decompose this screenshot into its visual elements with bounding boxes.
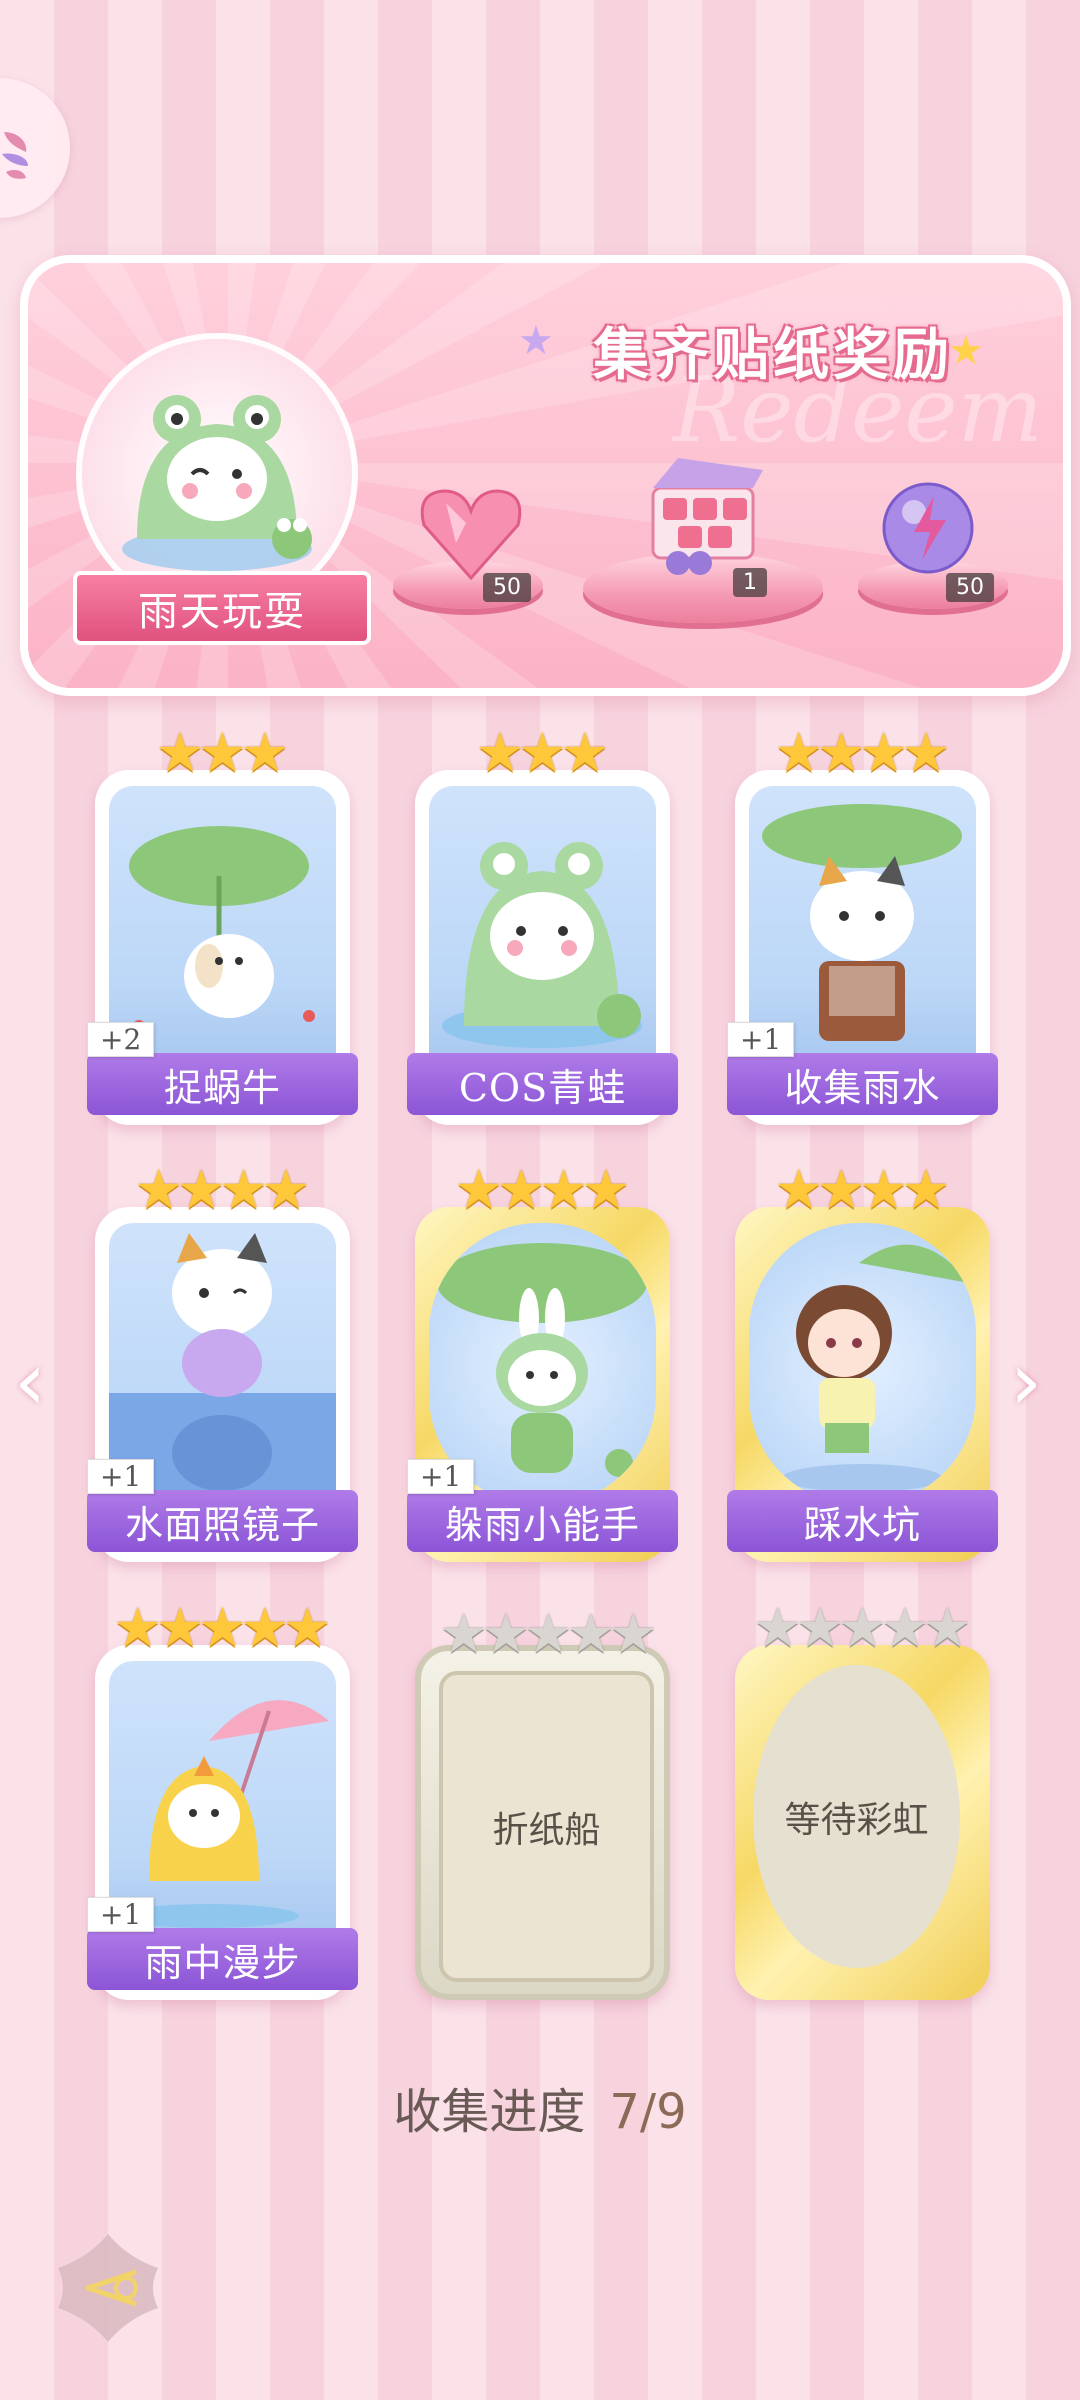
back-icon (58, 2234, 158, 2342)
star-icon: ★ (609, 1602, 658, 1665)
star-icon: ★ (817, 1158, 866, 1221)
star-icon: ★ (518, 318, 554, 364)
sticker-card[interactable]: ★★★ COS青蛙 (407, 726, 678, 1125)
locked-sticker-name: 等待彩虹 (753, 1665, 960, 1968)
star-icon: ★ (901, 721, 951, 784)
sticker-label: 收集雨水 (727, 1053, 998, 1115)
collection-progress: 收集进度 7/9 (0, 2072, 1080, 2142)
star-icon: ★ (923, 1596, 972, 1659)
chevron-right-icon[interactable]: › (1010, 1335, 1042, 1428)
star-rating: ★★★★★ (95, 1601, 350, 1655)
reward-count: 1 (733, 568, 767, 597)
star-icon: ★ (817, 721, 866, 784)
star-icon: ★ (454, 1158, 504, 1221)
star-icon: ★ (240, 1596, 290, 1659)
star-icon: ★ (901, 1158, 951, 1221)
star-icon: ★ (838, 1596, 887, 1659)
sticker-card[interactable]: ★★★★★ 雨中漫步 +1 (87, 1601, 358, 2000)
star-rating: ★★★★ (95, 1163, 350, 1217)
star-icon: ★ (880, 1596, 930, 1659)
chevron-left-icon[interactable]: ‹ (14, 1335, 46, 1428)
star-rating: ★★★★★ (735, 1601, 990, 1655)
star-icon: ★ (497, 1158, 546, 1221)
heart-gem-icon[interactable] (416, 483, 526, 587)
back-button[interactable] (48, 2228, 168, 2348)
sticker-label: 雨中漫步 (87, 1928, 358, 1990)
star-icon: ★ (439, 1602, 488, 1665)
star-icon: ★ (524, 1602, 573, 1665)
star-icon: ★ (481, 1602, 531, 1665)
star-icon: ★ (219, 1158, 268, 1221)
reward-count: 50 (483, 573, 531, 602)
sticker-card[interactable]: ★★★★ 收集雨水 +1 (727, 726, 998, 1125)
sticker-label: 躲雨小能手 (407, 1490, 678, 1552)
star-rating: ★★★★ (735, 726, 990, 780)
avatar-title-ribbon: 雨天玩耍 (73, 571, 371, 645)
star-rating: ★★★ (415, 726, 670, 780)
star-icon: ★ (581, 1158, 631, 1221)
star-rating: ★★★★ (735, 1163, 990, 1217)
star-icon: ★ (113, 1596, 162, 1659)
star-icon: ★ (539, 1158, 588, 1221)
duplicate-count-badge: +1 (87, 1897, 155, 1932)
reward-banner: Redeem ★ ★ 集齐贴纸奖励 雨天玩耍 50 1 50 (20, 255, 1071, 696)
star-icon: ★ (198, 1596, 247, 1659)
sticker-label: 水面照镜子 (87, 1490, 358, 1552)
star-icon: ★ (774, 1158, 824, 1221)
sticker-label: 踩水坑 (727, 1490, 998, 1552)
sticker-card[interactable]: ★★★★★ 折纸船 (415, 1607, 670, 2000)
progress-value: 7/9 (609, 2084, 687, 2140)
duplicate-count-badge: +2 (87, 1022, 155, 1057)
star-rating: ★★★ (95, 726, 350, 780)
sticker-art (429, 786, 656, 1068)
reward-count: 50 (946, 573, 994, 602)
star-icon: ★ (155, 1596, 205, 1659)
petal-icon (2, 132, 28, 179)
sticker-label: COS青蛙 (407, 1053, 678, 1115)
star-icon: ★ (155, 721, 205, 784)
star-icon: ★ (283, 1596, 332, 1659)
star-icon: ★ (475, 721, 525, 784)
sticker-art (749, 1223, 976, 1505)
star-icon: ★ (261, 1158, 311, 1221)
duplicate-count-badge: +1 (87, 1459, 155, 1494)
gift-box-icon[interactable] (638, 448, 768, 582)
menu-button[interactable] (0, 78, 70, 218)
star-icon: ★ (198, 721, 247, 784)
sticker-card[interactable]: ★★★ 捉蜗牛 +2 (87, 726, 358, 1125)
star-icon: ★ (859, 721, 908, 784)
star-icon: ★ (859, 1158, 908, 1221)
star-icon: ★ (753, 1596, 802, 1659)
star-rating: ★★★★ (415, 1163, 670, 1217)
sticker-card[interactable]: ★★★★ 踩水坑 (727, 1163, 998, 1562)
duplicate-count-badge: +1 (407, 1459, 475, 1494)
star-icon: ★ (177, 1158, 226, 1221)
sticker-card[interactable]: ★★★★★ 等待彩虹 (735, 1601, 990, 2000)
banner-title: 集齐贴纸奖励 (593, 321, 953, 388)
duplicate-count-badge: +1 (727, 1022, 795, 1057)
sticker-card[interactable]: ★★★★ 躲雨小能手 +1 (407, 1163, 678, 1562)
star-rating: ★★★★★ (421, 1607, 676, 1661)
sticker-card[interactable]: ★★★★ 水面照镜子 +1 (87, 1163, 358, 1562)
star-icon: ★ (518, 721, 567, 784)
sticker-label: 捉蜗牛 (87, 1053, 358, 1115)
progress-label: 收集进度 (393, 2084, 586, 2140)
star-icon: ★ (560, 721, 610, 784)
star-icon: ★ (240, 721, 290, 784)
energy-orb-icon[interactable] (878, 478, 978, 582)
star-icon: ★ (795, 1596, 845, 1659)
star-icon: ★ (566, 1602, 616, 1665)
star-icon: ★ (134, 1158, 184, 1221)
locked-sticker-name: 折纸船 (439, 1671, 654, 1982)
star-icon: ★ (774, 721, 824, 784)
